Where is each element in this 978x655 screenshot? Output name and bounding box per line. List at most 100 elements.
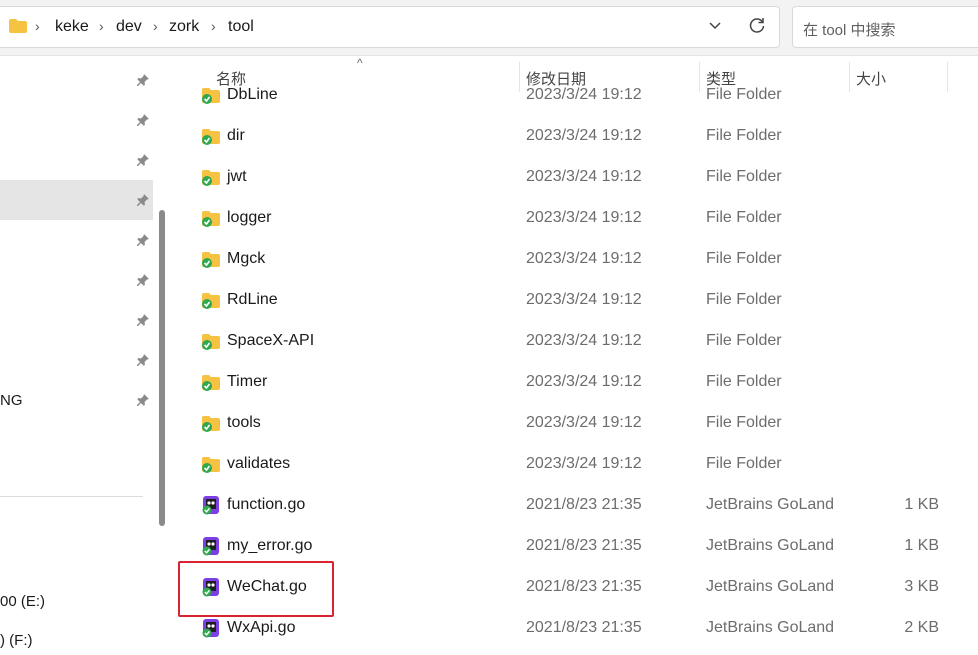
folder-icon (201, 372, 221, 392)
file-date: 2023/3/24 19:12 (526, 332, 642, 349)
nav-item-pinned[interactable] (0, 60, 153, 100)
nav-item-pinned[interactable] (0, 140, 153, 180)
file-type: File Folder (706, 86, 782, 103)
folder-icon (201, 290, 221, 310)
nav-item-pinned[interactable] (0, 220, 153, 260)
file-name: validates (227, 455, 291, 472)
file-row[interactable]: logger 2023/3/24 19:12 File Folder (178, 198, 978, 239)
file-date: 2021/8/23 21:35 (526, 496, 642, 513)
refresh-icon[interactable] (745, 16, 769, 40)
file-size: 1 KB (904, 537, 939, 554)
file-date: 2021/8/23 21:35 (526, 578, 642, 595)
file-name: RdLine (227, 291, 278, 308)
folder-icon (201, 454, 221, 474)
file-type: JetBrains GoLand (706, 619, 835, 636)
search-placeholder: 在 tool 中搜索 (803, 22, 896, 39)
file-date: 2023/3/24 19:12 (526, 209, 642, 226)
chevron-right-icon[interactable]: › (99, 18, 104, 34)
file-name: WxApi.go (227, 619, 296, 636)
address-toolbar: › keke › dev › zork › tool 在 tool 中搜索 (0, 0, 978, 56)
file-type: File Folder (706, 455, 782, 472)
file-row[interactable]: Mgck 2023/3/24 19:12 File Folder (178, 239, 978, 280)
file-type: File Folder (706, 209, 782, 226)
chevron-right-icon[interactable]: › (153, 18, 158, 34)
folder-icon (201, 413, 221, 433)
file-row[interactable]: DbLine 2023/3/24 19:12 File Folder (178, 75, 978, 116)
file-date: 2023/3/24 19:12 (526, 455, 642, 472)
nav-item-pinned[interactable] (0, 260, 153, 300)
folder-icon (201, 249, 221, 269)
nav-divider (0, 496, 143, 497)
file-row[interactable]: tools 2023/3/24 19:12 File Folder (178, 403, 978, 444)
breadcrumb-tool[interactable]: tool (228, 18, 254, 36)
file-date: 2023/3/24 19:12 (526, 373, 642, 390)
file-size: 2 KB (904, 619, 939, 636)
file-date: 2023/3/24 19:12 (526, 414, 642, 431)
file-size: 3 KB (904, 578, 939, 595)
file-type: File Folder (706, 332, 782, 349)
chevron-down-icon[interactable] (703, 16, 727, 40)
file-name: my_error.go (227, 537, 313, 554)
breadcrumb-keke[interactable]: keke (55, 18, 89, 36)
nav-item-label: ) (F:) (0, 632, 33, 649)
address-bar[interactable]: › keke › dev › zork › tool (0, 6, 780, 48)
nav-item-drive-e[interactable]: 00 (E:) (0, 581, 153, 621)
file-row[interactable]: SpaceX-API 2023/3/24 19:12 File Folder (178, 321, 978, 362)
file-name: Mgck (227, 250, 266, 267)
folder-icon (201, 126, 221, 146)
navigation-pane: NG 00 (E:) ) (F:) (0, 57, 155, 655)
breadcrumb-zork[interactable]: zork (169, 18, 199, 36)
file-row[interactable]: jwt 2023/3/24 19:12 File Folder (178, 157, 978, 198)
file-row[interactable]: RdLine 2023/3/24 19:12 File Folder (178, 280, 978, 321)
nav-item-pinned[interactable] (0, 340, 153, 380)
pin-icon (137, 314, 149, 326)
pin-icon (137, 154, 149, 166)
file-name: jwt (227, 168, 247, 185)
file-date: 2023/3/24 19:12 (526, 86, 642, 103)
file-row[interactable]: Timer 2023/3/24 19:12 File Folder (178, 362, 978, 403)
nav-item-pinned[interactable]: NG (0, 380, 153, 420)
file-type: File Folder (706, 168, 782, 185)
chevron-right-icon[interactable]: › (211, 18, 216, 34)
search-input[interactable]: 在 tool 中搜索 (792, 6, 978, 48)
file-name: function.go (227, 496, 306, 513)
file-row[interactable]: dir 2023/3/24 19:12 File Folder (178, 116, 978, 157)
nav-item-pinned[interactable] (0, 300, 153, 340)
file-name: logger (227, 209, 272, 226)
folder-icon (201, 85, 221, 105)
file-date: 2023/3/24 19:12 (526, 168, 642, 185)
sort-ascending-icon: ^ (357, 56, 363, 70)
nav-item-pinned-selected[interactable] (0, 180, 153, 220)
file-type: File Folder (706, 373, 782, 390)
file-name: Timer (227, 373, 268, 390)
file-row[interactable]: validates 2023/3/24 19:12 File Folder (178, 444, 978, 485)
goland-file-icon (201, 536, 221, 556)
folder-icon (201, 331, 221, 351)
goland-file-icon (201, 495, 221, 515)
file-size: 1 KB (904, 496, 939, 513)
pin-icon (137, 114, 149, 126)
pin-icon (137, 194, 149, 206)
file-type: JetBrains GoLand (706, 578, 835, 595)
file-date: 2023/3/24 19:12 (526, 250, 642, 267)
nav-item-drive-f[interactable]: ) (F:) (0, 620, 153, 655)
file-name: SpaceX-API (227, 332, 315, 349)
file-type: JetBrains GoLand (706, 537, 835, 554)
file-date: 2023/3/24 19:12 (526, 291, 642, 308)
breadcrumb-dev[interactable]: dev (116, 18, 142, 36)
file-date: 2021/8/23 21:35 (526, 537, 642, 554)
file-type: File Folder (706, 127, 782, 144)
pin-icon (137, 74, 149, 86)
nav-item-pinned[interactable] (0, 100, 153, 140)
goland-file-icon (201, 618, 221, 638)
folder-icon (201, 167, 221, 187)
chevron-right-icon[interactable]: › (35, 18, 40, 34)
nav-item-label: NG (0, 392, 23, 409)
pin-icon (137, 234, 149, 246)
file-name: DbLine (227, 86, 278, 103)
file-name: tools (227, 414, 261, 431)
file-type: File Folder (706, 250, 782, 267)
scrollbar-thumb[interactable] (159, 210, 165, 526)
pin-icon (137, 354, 149, 366)
file-row[interactable]: function.go 2021/8/23 21:35 JetBrains GoLa… (178, 485, 978, 526)
